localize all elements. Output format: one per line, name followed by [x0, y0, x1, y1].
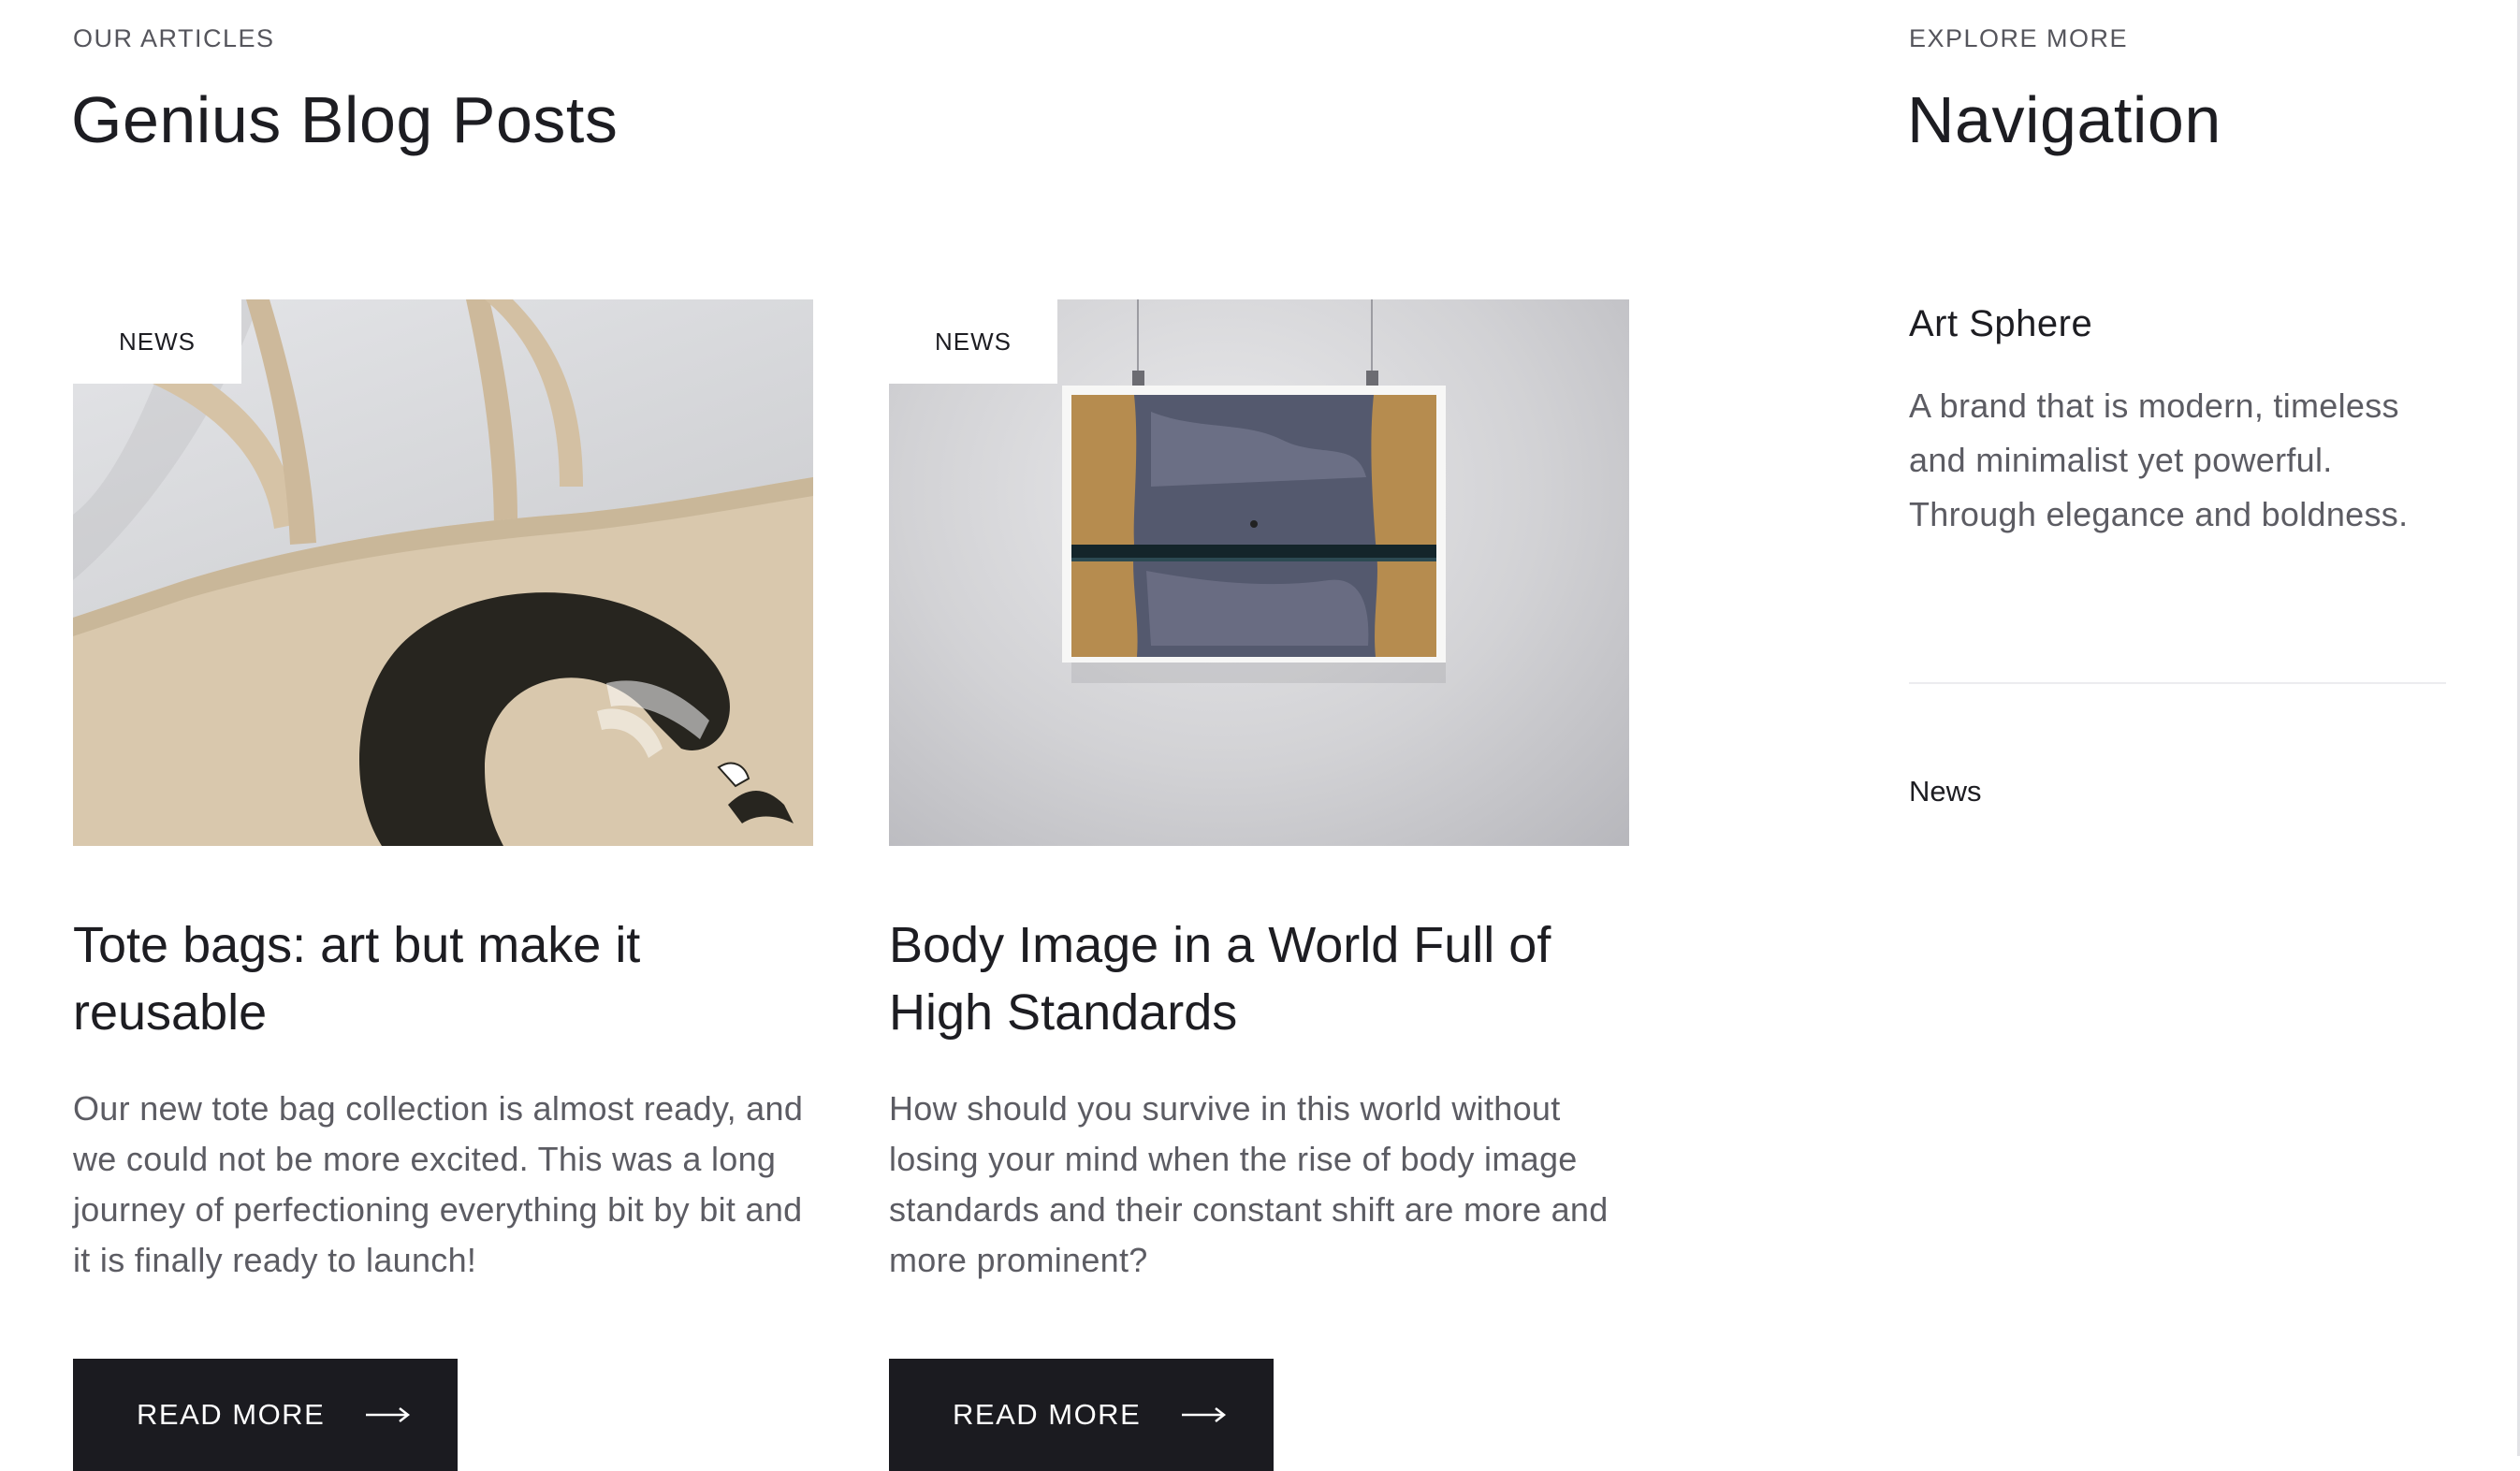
read-more-label: READ MORE: [953, 1398, 1142, 1431]
post-title[interactable]: Tote bags: art but make it reusable: [73, 911, 784, 1046]
read-more-button[interactable]: READ MORE: [889, 1359, 1274, 1471]
post-image-tote[interactable]: NEWS: [73, 299, 813, 846]
post-card-body-image: NEWS Body Image in a World Full of High …: [889, 299, 1629, 1471]
sidebar-divider: [1909, 682, 2446, 684]
post-card-tote: NEWS Tote bags: art but make it reusable…: [73, 299, 813, 1471]
articles-eyebrow: OUR ARTICLES: [73, 24, 275, 52]
post-tag[interactable]: NEWS: [889, 299, 1057, 384]
long-arrow-right-icon: [366, 1407, 411, 1422]
brand-description: A brand that is modern, timeless and min…: [1909, 386, 2409, 533]
read-more-label: READ MORE: [137, 1398, 326, 1431]
sidebar-title: Navigation: [1907, 83, 2221, 156]
post-excerpt: Our new tote bag collection is almost re…: [73, 1089, 804, 1279]
post-tag[interactable]: NEWS: [73, 299, 241, 384]
articles-title: Genius Blog Posts: [71, 83, 619, 156]
brand-name: Art Sphere: [1909, 303, 2093, 344]
post-title[interactable]: Body Image in a World Full of High Stand…: [889, 911, 1600, 1046]
sidebar-eyebrow: EXPLORE MORE: [1909, 24, 2129, 52]
post-excerpt: How should you survive in this world wit…: [889, 1089, 1609, 1279]
read-more-button[interactable]: READ MORE: [73, 1359, 458, 1471]
post-image-body[interactable]: NEWS: [889, 299, 1629, 846]
category-link-news[interactable]: News: [1909, 775, 1982, 808]
long-arrow-right-icon: [1182, 1407, 1227, 1422]
